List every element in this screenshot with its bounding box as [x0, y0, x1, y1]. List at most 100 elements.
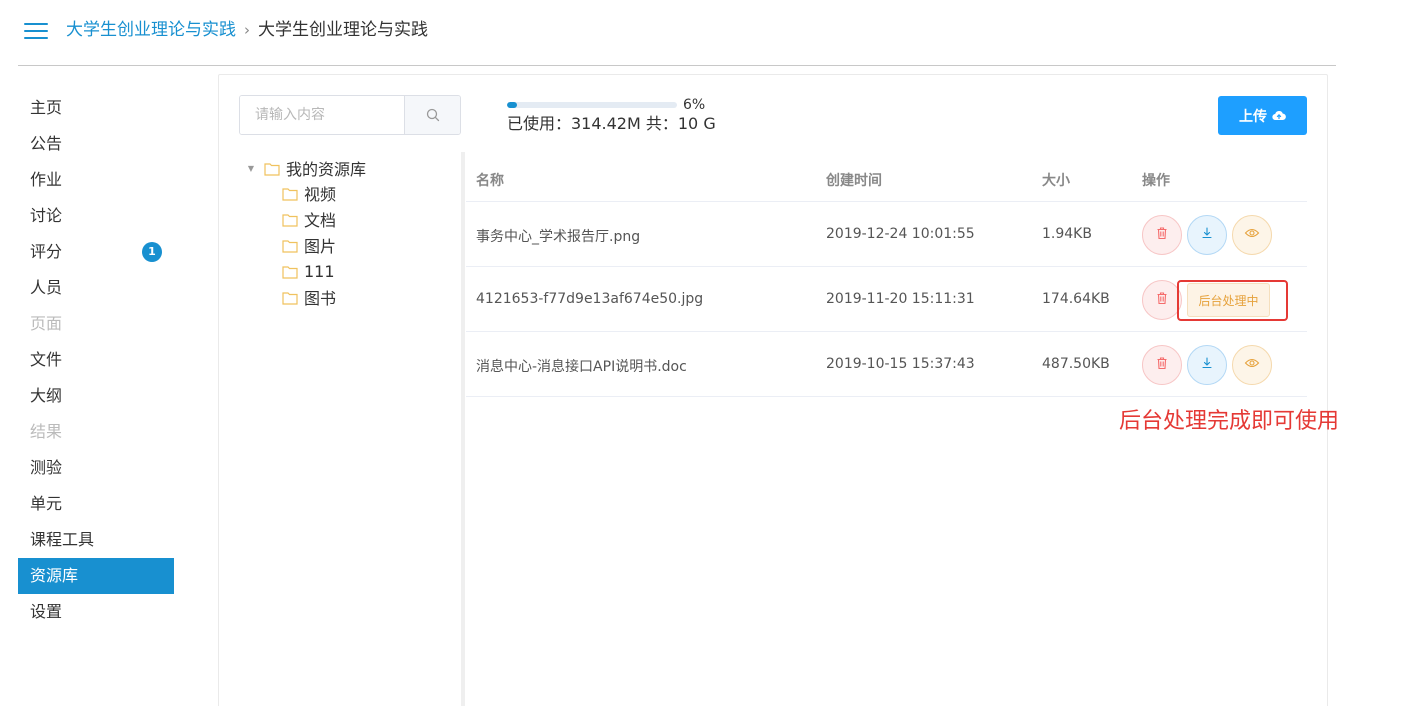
download-button[interactable]	[1187, 215, 1227, 255]
tree-folder-item[interactable]: 图片	[244, 232, 454, 258]
tree-root-folder[interactable]: ▼ 我的资源库	[244, 156, 454, 180]
file-size: 487.50KB	[1042, 356, 1110, 372]
tree-divider	[461, 152, 465, 706]
menu-icon[interactable]	[24, 22, 48, 40]
preview-button[interactable]	[1232, 345, 1272, 385]
tree-folder-label: 图书	[304, 289, 337, 308]
file-name: 4121653-f77d9e13af674e50.jpg	[476, 291, 704, 307]
file-size: 174.64KB	[1042, 291, 1110, 307]
preview-button[interactable]	[1232, 215, 1272, 255]
tree-folder-label: 图片	[304, 237, 337, 256]
tree-folder-label: 视频	[304, 185, 337, 204]
sidebar-item-pages: 页面	[18, 306, 174, 342]
sidebar-item-discussions[interactable]: 讨论	[18, 198, 174, 234]
sidebar-item-announcements[interactable]: 公告	[18, 126, 174, 162]
column-header-time: 创建时间	[826, 173, 882, 189]
sidebar-item-results: 结果	[18, 414, 174, 450]
trash-icon	[1155, 356, 1169, 374]
tree-folder-item[interactable]: 111	[244, 258, 454, 284]
breadcrumb: 大学生创业理论与实践 › 大学生创业理论与实践	[66, 18, 428, 42]
file-table: 名称 创建时间 大小 操作 事务中心_学术报告厅.png 2019-12-24 1…	[466, 154, 1307, 397]
tree-folder-label: 111	[304, 261, 335, 281]
table-body: 事务中心_学术报告厅.png 2019-12-24 10:01:55 1.94KB 4…	[466, 202, 1307, 397]
caret-down-icon[interactable]: ▼	[244, 164, 258, 173]
folder-icon	[282, 212, 298, 227]
column-header-size: 大小	[1042, 173, 1070, 189]
sidebar-item-label: 公告	[30, 134, 63, 153]
sidebar-item-course-tools[interactable]: 课程工具	[18, 522, 174, 558]
file-created-time: 2019-11-20 15:11:31	[826, 291, 975, 307]
tree-root-label: 我的资源库	[286, 160, 367, 179]
cloud-upload-icon	[1272, 111, 1286, 121]
folder-icon	[264, 161, 280, 176]
sidebar-item-label: 大纲	[30, 386, 63, 405]
sidebar-item-settings[interactable]: 设置	[18, 594, 174, 630]
row-actions	[1142, 215, 1272, 255]
search-box	[239, 95, 461, 135]
file-name: 事务中心_学术报告厅.png	[476, 229, 641, 245]
delete-button[interactable]	[1142, 345, 1182, 385]
table-row: 4121653-f77d9e13af674e50.jpg 2019-11-20 1…	[466, 267, 1307, 332]
sidebar-item-label: 课程工具	[30, 530, 95, 549]
search-input[interactable]	[240, 96, 404, 134]
breadcrumb-current: 大学生创业理论与实践	[258, 20, 428, 40]
delete-button[interactable]	[1142, 280, 1182, 320]
folder-icon	[282, 290, 298, 305]
folder-icon	[282, 186, 298, 201]
sidebar-item-units[interactable]: 单元	[18, 486, 174, 522]
folder-tree: ▼ 我的资源库视频文档图片 111 图书	[244, 156, 454, 310]
sidebar-item-people[interactable]: 人员	[18, 270, 174, 306]
table-header: 名称 创建时间 大小 操作	[466, 154, 1307, 202]
sidebar-item-label: 资源库	[30, 566, 79, 585]
sidebar-nav: 主页公告作业讨论评分 1 人员页面文件大纲结果测验单元课程工具资源库设置	[18, 90, 174, 630]
eye-icon	[1244, 356, 1260, 374]
sidebar-item-label: 主页	[30, 98, 63, 117]
file-created-time: 2019-12-24 10:01:55	[826, 226, 975, 242]
sidebar-item-label: 评分	[30, 242, 63, 261]
eye-icon	[1244, 226, 1260, 244]
tree-folder-item[interactable]: 文档	[244, 206, 454, 232]
table-row: 消息中心-消息接口API说明书.doc 2019-10-15 15:37:43 48…	[466, 332, 1307, 397]
sidebar-item-label: 单元	[30, 494, 63, 513]
folder-icon	[282, 238, 298, 253]
table-row: 事务中心_学术报告厅.png 2019-12-24 10:01:55 1.94KB	[466, 202, 1307, 267]
row-actions	[1142, 345, 1272, 385]
sidebar-item-quizzes[interactable]: 测验	[18, 450, 174, 486]
delete-button[interactable]	[1142, 215, 1182, 255]
sidebar-item-files[interactable]: 文件	[18, 342, 174, 378]
trash-icon	[1155, 226, 1169, 244]
sidebar-item-assignments[interactable]: 作业	[18, 162, 174, 198]
column-header-ops: 操作	[1142, 173, 1170, 189]
storage-progress-fill	[507, 102, 518, 108]
search-button[interactable]	[404, 96, 460, 134]
storage-progress-bar	[507, 102, 677, 108]
file-size: 1.94KB	[1042, 226, 1092, 242]
folder-icon	[282, 264, 298, 279]
row-actions: 后台处理中	[1142, 280, 1270, 320]
tree-folder-item[interactable]: 视频	[244, 180, 454, 206]
sidebar-item-grades[interactable]: 评分 1	[18, 234, 174, 270]
sidebar-item-label: 页面	[30, 314, 63, 333]
file-name: 消息中心-消息接口API说明书.doc	[476, 359, 687, 375]
download-icon	[1200, 356, 1214, 374]
sidebar-item-resource-library[interactable]: 资源库	[18, 558, 174, 594]
column-header-name: 名称	[476, 173, 504, 189]
sidebar-item-label: 设置	[30, 602, 63, 621]
storage-usage-text: 已使用：314.42M 共：10 G	[507, 114, 716, 133]
breadcrumb-course-link[interactable]: 大学生创业理论与实践	[66, 18, 236, 42]
sidebar-item-label: 结果	[30, 422, 63, 441]
tree-folder-item[interactable]: 图书	[244, 284, 454, 310]
storage-percent: 6%	[683, 97, 706, 113]
sidebar-item-home[interactable]: 主页	[18, 90, 174, 126]
sidebar-item-outline[interactable]: 大纲	[18, 378, 174, 414]
upload-button[interactable]: 上传	[1218, 96, 1307, 135]
file-created-time: 2019-10-15 15:37:43	[826, 356, 975, 372]
sidebar-item-label: 作业	[30, 170, 63, 189]
processing-status: 后台处理中	[1187, 283, 1270, 317]
sidebar-item-label: 测验	[30, 458, 63, 477]
download-button[interactable]	[1187, 345, 1227, 385]
sidebar-item-label: 讨论	[30, 206, 63, 225]
notification-badge: 1	[142, 242, 162, 262]
sidebar-item-label: 文件	[30, 350, 63, 369]
trash-icon	[1155, 291, 1169, 309]
